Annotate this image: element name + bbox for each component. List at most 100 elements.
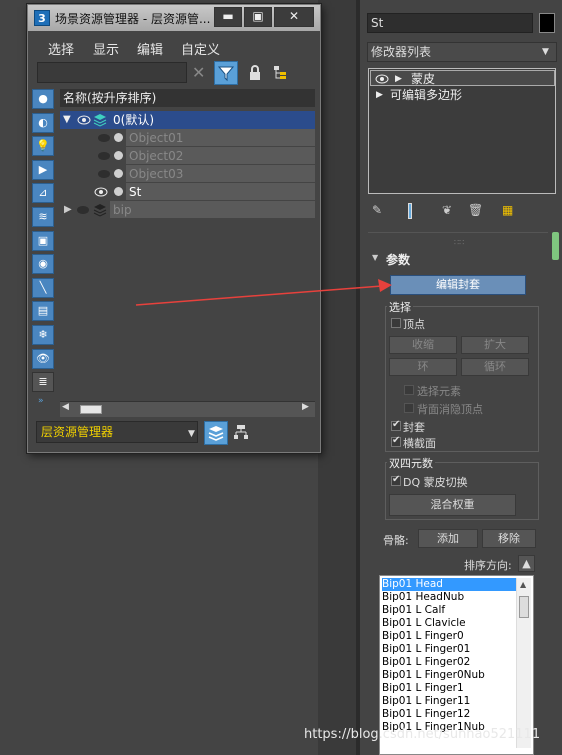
shape-filter-icon[interactable]: ◐ — [32, 112, 54, 133]
scroll-right-icon[interactable]: ▶ — [302, 402, 309, 412]
cross-sections-checkbox[interactable] — [391, 435, 401, 447]
sort-direction-button[interactable]: ▲ — [518, 555, 535, 572]
hierarchy-icon[interactable] — [271, 63, 289, 81]
pin-stack-icon[interactable]: ✎ — [372, 203, 382, 217]
hierarchy-mode-button[interactable] — [232, 423, 252, 443]
eye-hidden-icon[interactable] — [98, 134, 110, 142]
hidden-filter-icon[interactable]: 👁 — [32, 348, 54, 369]
tree-row-object02[interactable]: Object02 — [60, 147, 315, 165]
panel-scrollbar[interactable] — [552, 232, 559, 260]
rollout-collapse-icon[interactable]: ▼ — [372, 253, 378, 262]
stack-item-editable-poly[interactable]: ▶ 可编辑多边形 — [370, 87, 555, 103]
list-item[interactable]: Bip01 L Finger11 — [382, 695, 518, 708]
filter-button[interactable] — [214, 61, 238, 85]
minimize-button[interactable]: ▬ — [214, 7, 242, 27]
scroll-thumb[interactable] — [519, 596, 529, 618]
show-end-result-icon[interactable] — [408, 203, 412, 219]
rollout-title[interactable]: 参数 — [386, 251, 410, 268]
object-icon — [114, 169, 123, 178]
list-item[interactable]: Bip01 Head — [382, 578, 518, 591]
modifier-stack: ▶ 蒙皮 ▶ 可编辑多边形 — [368, 68, 556, 194]
frozen-filter-icon[interactable]: ❄ — [32, 324, 54, 345]
horizontal-scrollbar[interactable]: ◀ ▶ — [60, 401, 315, 417]
list-item[interactable]: Bip01 L Clavicle — [382, 617, 518, 630]
menu-edit[interactable]: 编辑 — [137, 39, 163, 58]
expand-arrow-icon[interactable]: ▶ — [376, 87, 383, 103]
eye-hidden-icon[interactable] — [98, 152, 110, 160]
eye-hidden-icon[interactable] — [77, 206, 89, 214]
scroll-thumb[interactable] — [80, 405, 102, 414]
dq-toggle-checkbox[interactable] — [391, 474, 401, 486]
geometry-filter-icon[interactable]: ● — [32, 89, 54, 109]
object-color-swatch[interactable] — [539, 13, 555, 33]
remove-bone-button[interactable]: 移除 — [482, 529, 536, 548]
xref-filter-icon[interactable]: ◉ — [32, 254, 54, 275]
light-filter-icon[interactable]: 💡 — [32, 136, 54, 157]
eye-icon[interactable] — [375, 74, 389, 84]
edit-envelope-button[interactable]: 编辑封套 — [390, 275, 526, 295]
shrink-button[interactable]: 收缩 — [389, 336, 457, 354]
list-item[interactable]: Bip01 L Calf — [382, 604, 518, 617]
tree-row-object01[interactable]: Object01 — [60, 129, 315, 147]
tree-row-st[interactable]: St — [60, 183, 315, 201]
window-titlebar[interactable]: 3 场景资源管理器 - 层资源管... ▬ ▣ ✕ — [28, 5, 320, 31]
expand-arrow-icon[interactable]: ▶ — [395, 71, 402, 87]
scroll-left-icon[interactable]: ◀ — [62, 402, 69, 412]
expand-icon[interactable]: » — [32, 396, 54, 406]
stack-item-skin[interactable]: ▶ 蒙皮 — [370, 70, 555, 86]
tree-row-object03[interactable]: Object03 — [60, 165, 315, 183]
tree-row-bip[interactable]: ▶ bip — [60, 201, 315, 219]
select-element-checkbox[interactable] — [404, 385, 414, 395]
spacewarp-filter-icon[interactable]: ≋ — [32, 206, 54, 227]
list-item[interactable]: Bip01 L Finger0 — [382, 630, 518, 643]
chevron-down-icon[interactable]: ▼ — [188, 429, 195, 439]
helper-filter-icon[interactable]: ⊿ — [32, 183, 54, 204]
lock-icon[interactable] — [248, 64, 262, 82]
object-name-input[interactable]: St — [367, 13, 533, 33]
collapse-icon[interactable]: ▼ — [63, 111, 71, 129]
expand-arrow-icon[interactable]: ▶ — [64, 201, 72, 219]
list-item[interactable]: Bip01 L Finger02 — [382, 656, 518, 669]
modifier-list-dropdown[interactable]: 修改器列表 ▼ — [367, 42, 557, 62]
group-title: 选择 — [387, 299, 413, 315]
ring-button[interactable]: 环 — [389, 358, 457, 376]
list-item[interactable]: Bip01 L Finger12 — [382, 708, 518, 721]
clear-search-icon[interactable]: ✕ — [192, 63, 205, 82]
camera-filter-icon[interactable]: ▶ — [32, 159, 54, 180]
menu-display[interactable]: 显示 — [93, 39, 119, 58]
search-input[interactable] — [37, 62, 187, 83]
remove-modifier-icon[interactable]: 🗑 — [468, 203, 483, 217]
add-bone-button[interactable]: 添加 — [418, 529, 478, 548]
menu-customize[interactable]: 自定义 — [181, 39, 220, 58]
list-item[interactable]: Bip01 L Finger1 — [382, 682, 518, 695]
divider — [368, 232, 548, 233]
bone-filter-icon[interactable]: ╲ — [32, 277, 54, 298]
eye-hidden-icon[interactable] — [98, 170, 110, 178]
scroll-up-icon[interactable]: ▲ — [520, 580, 526, 589]
container-filter-icon[interactable]: ▤ — [32, 301, 54, 322]
backface-cull-checkbox[interactable] — [404, 403, 414, 413]
list-icon[interactable]: ≣ — [32, 372, 54, 393]
blend-weights-button[interactable]: 混合权重 — [389, 494, 516, 516]
column-header[interactable]: 名称(按升序排序) — [60, 89, 315, 107]
group-filter-icon[interactable]: ▣ — [32, 230, 54, 251]
make-unique-icon[interactable]: ❦ — [442, 203, 452, 217]
tree-row-layer0[interactable]: ▼ 0(默认) — [60, 111, 315, 129]
eye-icon[interactable] — [77, 115, 91, 125]
configure-sets-icon[interactable]: ▦ — [502, 203, 513, 217]
list-item[interactable]: Bip01 L Finger01 — [382, 643, 518, 656]
explorer-type-select[interactable]: 层资源管理器 — [36, 421, 198, 443]
list-item[interactable]: Bip01 L Finger0Nub — [382, 669, 518, 682]
layer-mode-button[interactable] — [204, 421, 228, 445]
drag-handle[interactable]: ∷∷ — [454, 238, 464, 247]
envelopes-checkbox[interactable] — [391, 419, 401, 431]
close-button[interactable]: ✕ — [274, 7, 314, 27]
list-item[interactable]: Bip01 HeadNub — [382, 591, 518, 604]
loop-button[interactable]: 循环 — [461, 358, 529, 376]
bone-list-scrollbar[interactable]: ▲ — [516, 578, 531, 748]
vertices-checkbox[interactable] — [391, 318, 401, 328]
grow-button[interactable]: 扩大 — [461, 336, 529, 354]
maximize-button[interactable]: ▣ — [244, 7, 272, 27]
menu-select[interactable]: 选择 — [48, 39, 74, 58]
eye-icon[interactable] — [94, 187, 108, 197]
